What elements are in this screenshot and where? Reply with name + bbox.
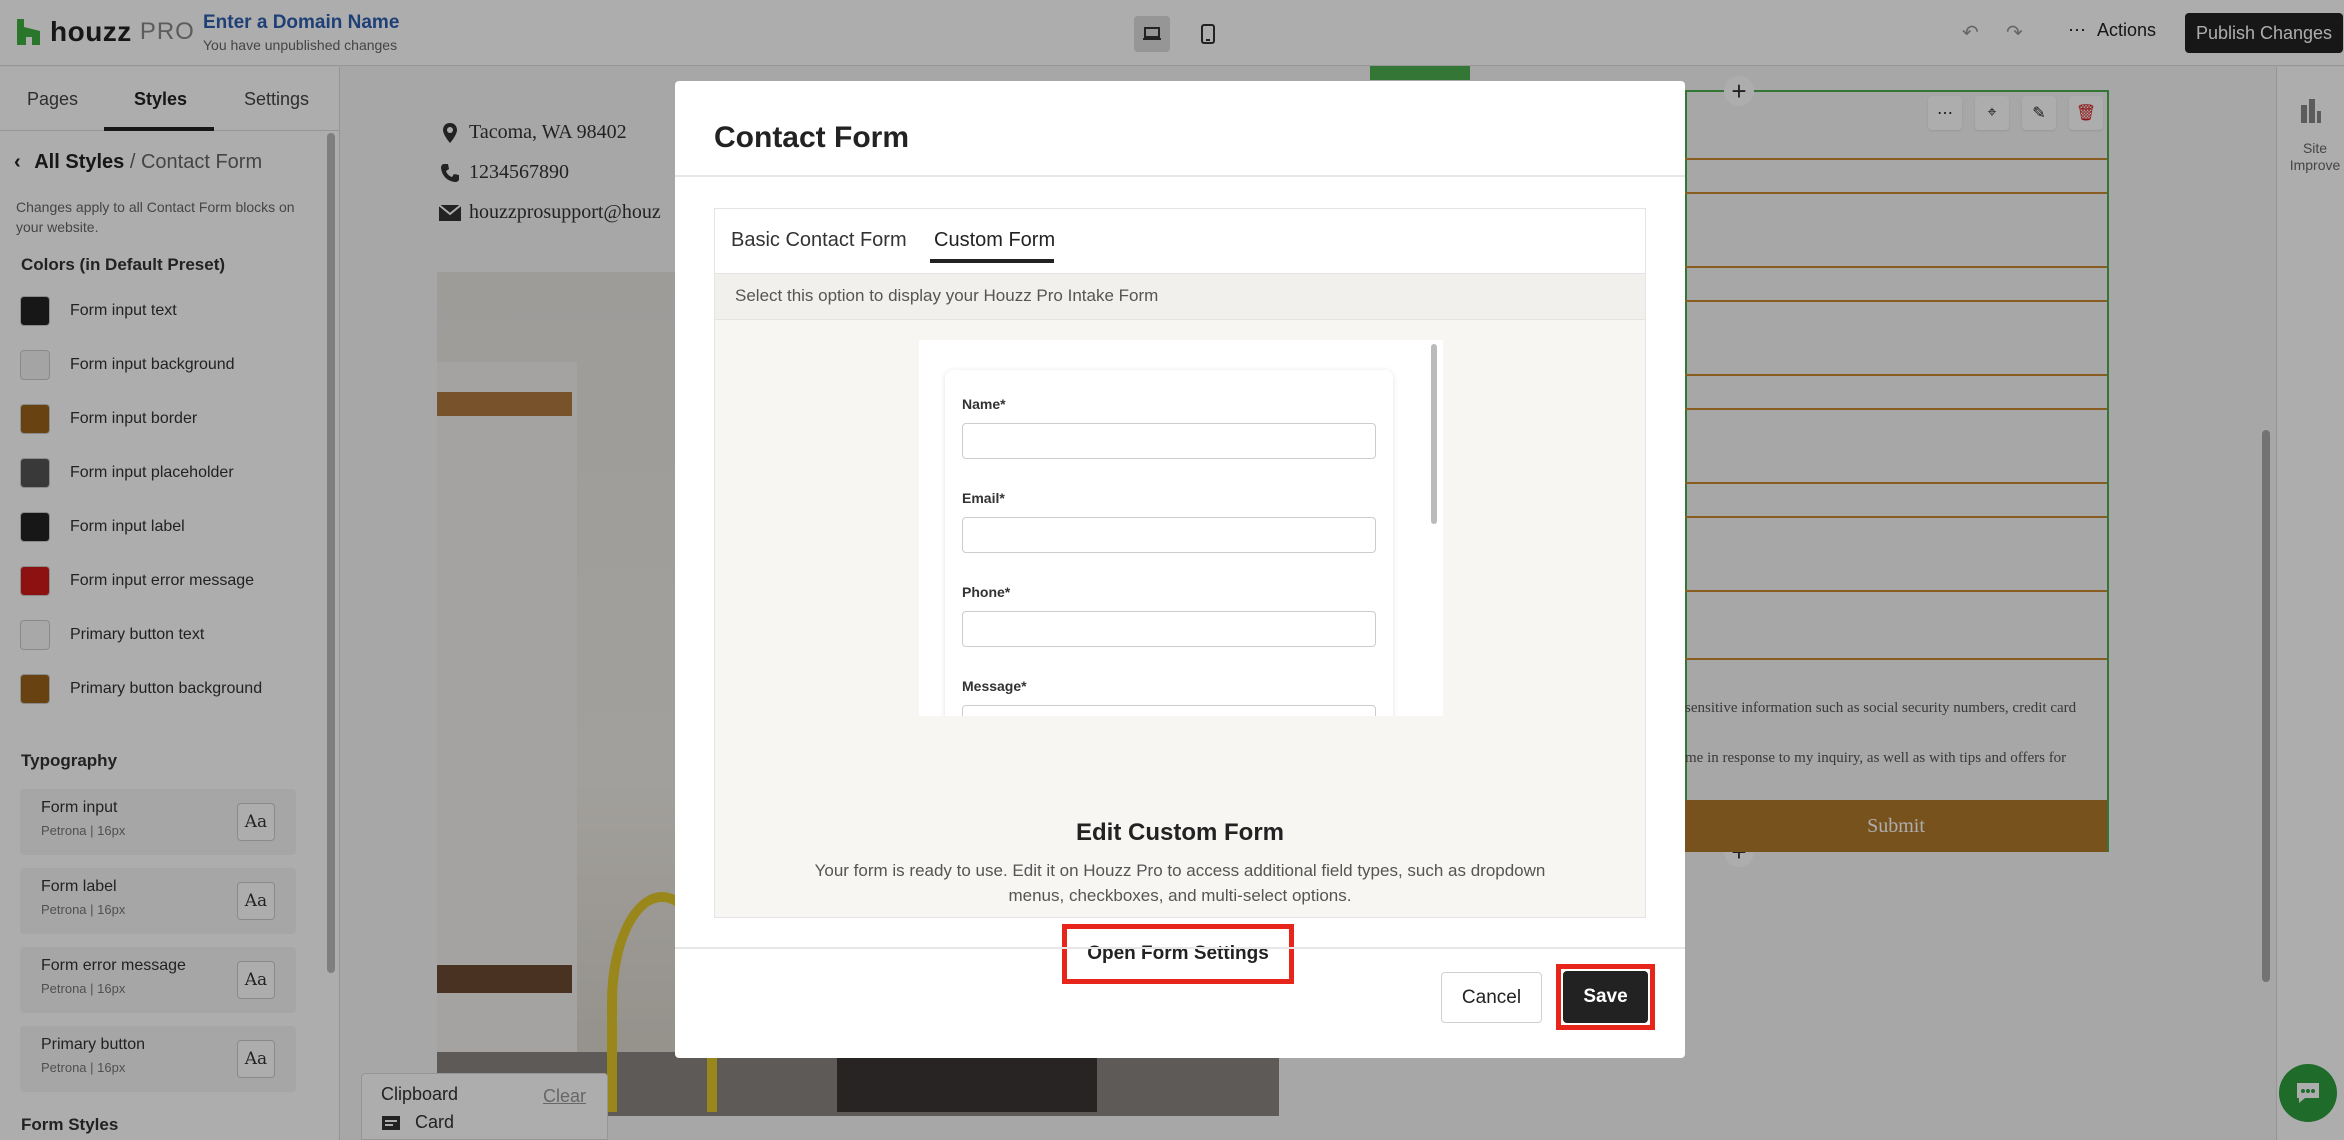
preview-name-input — [962, 423, 1376, 459]
preview-field-label: Email* — [962, 490, 1005, 506]
preview-field-label: Phone* — [962, 584, 1011, 600]
custom-form-panel: Select this option to display your Houzz… — [714, 273, 1646, 918]
modal-header-divider — [675, 175, 1685, 177]
edit-custom-form-title: Edit Custom Form — [1076, 819, 1284, 846]
cancel-button[interactable]: Cancel — [1441, 972, 1542, 1023]
preview-field-label: Message* — [962, 678, 1027, 694]
preview-scrollbar[interactable] — [1431, 344, 1437, 524]
contact-form-modal: Contact Form Basic Contact Form Custom F… — [675, 81, 1685, 1058]
save-button[interactable]: Save — [1563, 971, 1648, 1023]
custom-form-hint: Select this option to display your Houzz… — [715, 274, 1645, 320]
modal-tabs: Basic Contact Form Custom Form — [714, 208, 1646, 274]
preview-phone-input — [962, 611, 1376, 647]
preview-email-input — [962, 517, 1376, 553]
preview-field-label: Name* — [962, 396, 1006, 412]
active-modal-tab-underline — [930, 259, 1054, 263]
intake-form-preview[interactable]: Name* Email* Phone* Message* — [919, 340, 1443, 716]
tab-custom-form[interactable]: Custom Form — [934, 229, 1055, 252]
modal-footer-divider — [675, 947, 1685, 949]
modal-title: Contact Form — [714, 121, 909, 154]
edit-custom-form-description: Your form is ready to use. Edit it on Ho… — [814, 861, 1546, 905]
open-form-settings-button[interactable]: Open Form Settings — [1069, 931, 1287, 977]
preview-message-input — [962, 705, 1376, 716]
preview-form-card: Name* Email* Phone* Message* — [945, 370, 1393, 716]
tab-basic-contact-form[interactable]: Basic Contact Form — [731, 229, 907, 252]
